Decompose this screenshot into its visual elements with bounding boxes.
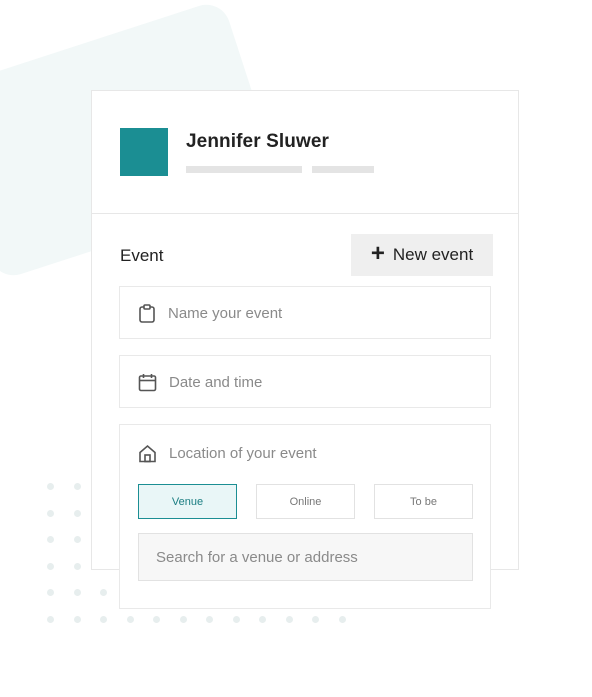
location-label: Location of your event: [169, 445, 317, 462]
venue-search-input[interactable]: [138, 533, 473, 581]
decorative-dot: [312, 615, 319, 623]
profile-meta-placeholder: [186, 166, 302, 173]
decorative-dot: [126, 615, 134, 623]
decorative-dot: [73, 615, 81, 623]
decorative-dot: [206, 615, 213, 623]
date-time-field[interactable]: Date and time: [119, 355, 491, 408]
event-section-label: Event: [120, 246, 164, 265]
decorative-dot: [47, 562, 54, 570]
location-field: Location of your event Venue Online To b…: [119, 424, 491, 609]
home-icon: [138, 444, 157, 463]
calendar-icon: [138, 373, 157, 392]
new-event-button[interactable]: + New event: [351, 234, 493, 276]
location-option-venue[interactable]: Venue: [138, 484, 237, 519]
decorative-dot: [47, 536, 54, 543]
decorative-dot: [153, 615, 160, 623]
avatar: [120, 128, 168, 176]
profile-header: Jennifer Sluwer: [92, 91, 518, 214]
decorative-dot: [179, 615, 187, 623]
decorative-dot: [73, 509, 81, 517]
decorative-dot: [338, 615, 346, 623]
decorative-dot: [285, 615, 293, 623]
profile-meta-placeholder: [312, 166, 374, 173]
decorative-dot: [73, 483, 81, 490]
decorative-dot: [47, 483, 54, 490]
plus-icon: +: [370, 240, 385, 267]
decorative-dot: [47, 589, 54, 596]
decorative-dot: [47, 615, 54, 623]
clipboard-icon: [138, 304, 156, 323]
decorative-dot: [100, 589, 107, 596]
decorative-dot: [47, 509, 54, 517]
date-time-placeholder: Date and time: [169, 374, 263, 391]
location-option-online[interactable]: Online: [256, 484, 355, 519]
event-name-placeholder: Name your event: [168, 305, 283, 322]
decorative-dot: [100, 615, 107, 623]
event-name-field[interactable]: Name your event: [119, 286, 491, 339]
user-name: Jennifer Sluwer: [186, 131, 329, 152]
location-option-to-be[interactable]: To be: [374, 484, 473, 519]
decorative-dot: [73, 536, 81, 543]
decorative-dot: [73, 562, 81, 570]
new-event-button-label: New event: [392, 245, 474, 264]
decorative-dot: [73, 589, 81, 596]
decorative-dot: [259, 615, 266, 623]
decorative-dot: [232, 615, 240, 623]
